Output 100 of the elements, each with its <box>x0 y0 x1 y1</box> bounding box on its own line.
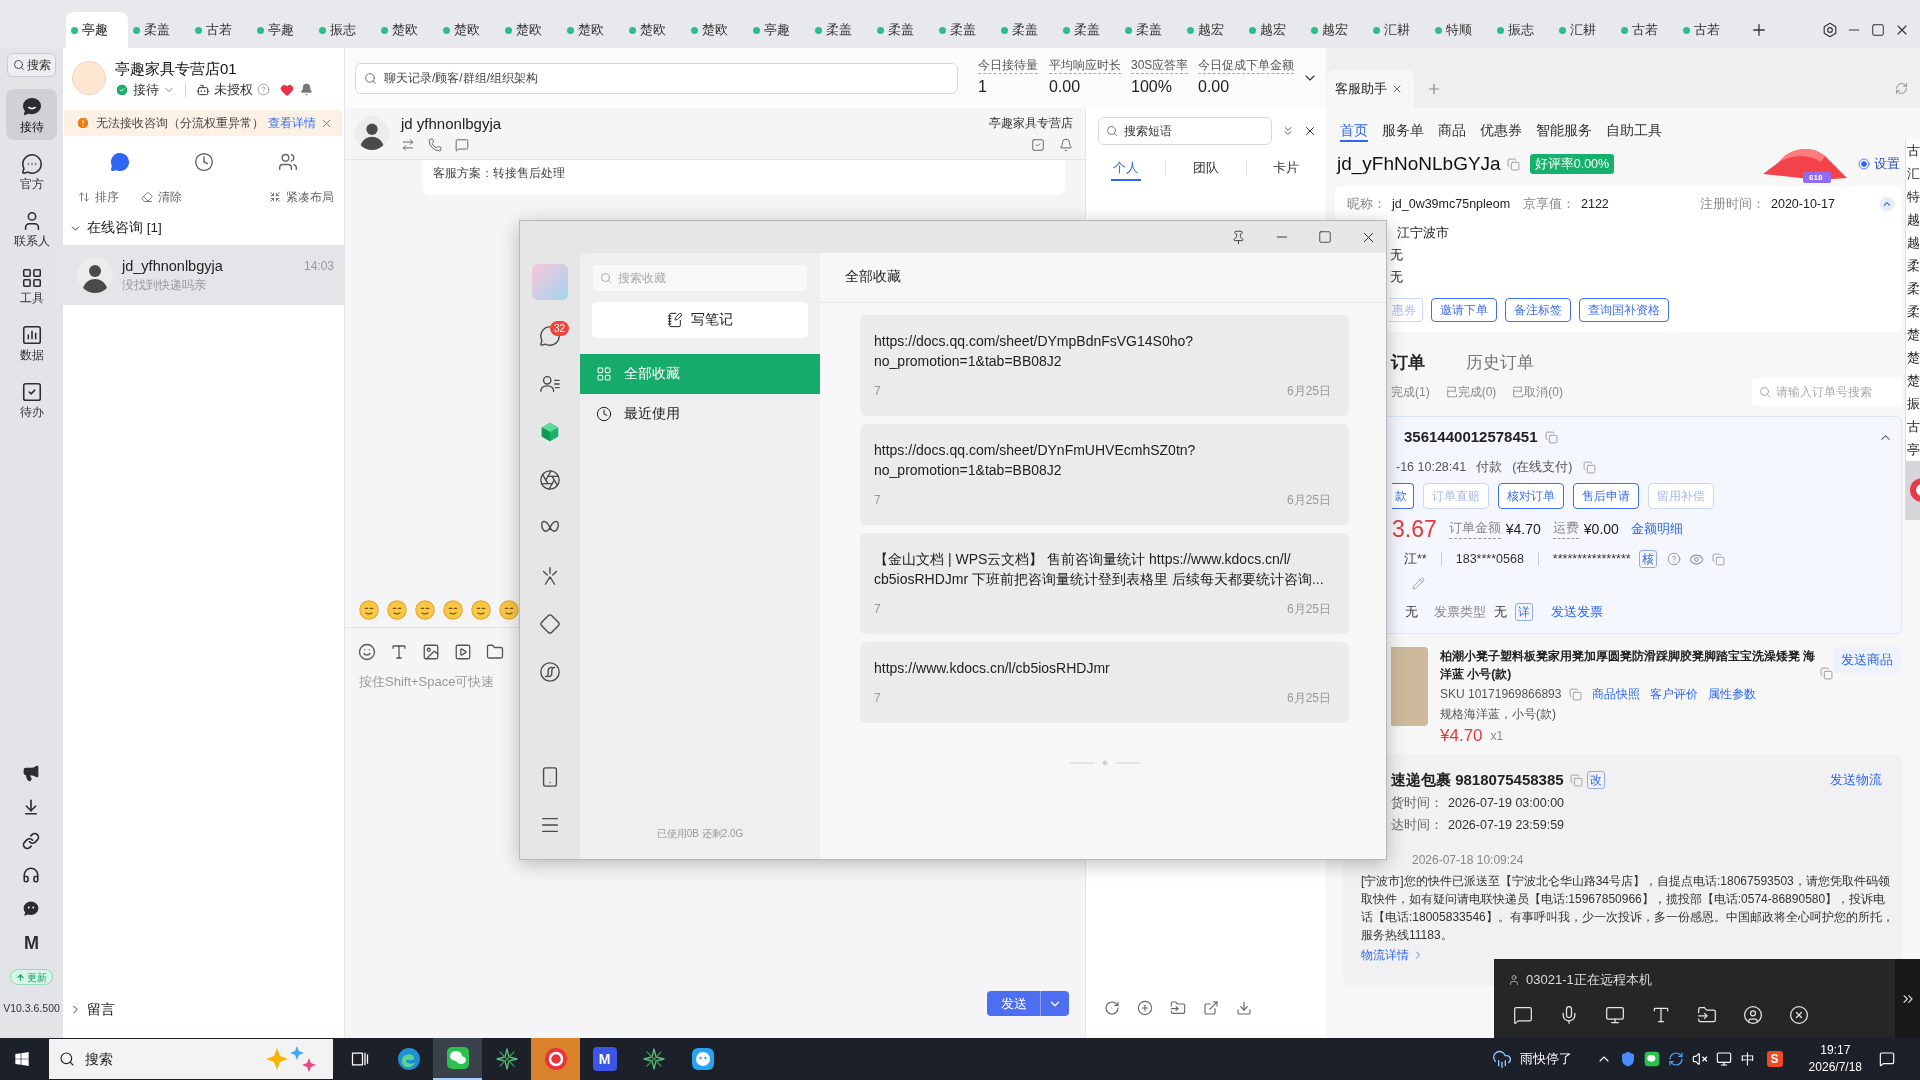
shop-tab[interactable]: 振 <box>1906 392 1920 415</box>
eye-icon[interactable] <box>1688 551 1704 567</box>
video-icon[interactable] <box>454 643 472 661</box>
nav-item[interactable]: 联系人 <box>6 203 57 254</box>
details-link[interactable]: 查看详情 <box>268 114 316 132</box>
search-field[interactable]: 请输入订单号搜索 <box>1752 378 1902 406</box>
product-link[interactable]: 客户评价 <box>1650 685 1699 703</box>
chat-bubble-icon[interactable] <box>110 152 130 172</box>
shop-tab[interactable]: 亭 <box>1906 438 1920 461</box>
speaker-muted-icon[interactable] <box>1691 1051 1708 1067</box>
shop-tab[interactable]: 柔盖 <box>128 12 190 48</box>
detail-badge[interactable]: 详 <box>1515 603 1533 621</box>
shop-tab[interactable]: 越宏 <box>1182 12 1244 48</box>
verify-badge[interactable]: 核 <box>1638 550 1657 568</box>
favorite-card[interactable]: https://docs.qq.com/sheet/DYmpBdnFsVG14S0ho? no_promotion=1&tab=BB08J2 7 6月25日 <box>860 315 1349 416</box>
shop-tab[interactable]: 越宏 <box>1306 12 1368 48</box>
folder-arrow-icon[interactable] <box>1697 1005 1717 1025</box>
shop-tab[interactable]: 柔盖 <box>872 12 934 48</box>
shop-tab[interactable]: 古 <box>1906 139 1920 162</box>
sync-icon[interactable] <box>1667 1051 1684 1067</box>
nav-tab[interactable]: 首页 <box>1340 120 1368 140</box>
shop-tab[interactable]: 楚 <box>1906 346 1920 369</box>
shop-tab[interactable]: 柔盖 <box>1058 12 1120 48</box>
ime-logo[interactable]: S <box>1766 1051 1783 1067</box>
favorite-card[interactable]: 【金山文档 | WPS云文档】 售前咨询量统计 https://www.kdocs.cn/l/ cb5iosRHDJmr 下班前把咨询量统计登到表格里 后续每天都要统计咨询... 7 6月25日 <box>860 533 1349 634</box>
pin-icon[interactable] <box>1231 229 1246 245</box>
nav-item[interactable]: 官方 <box>6 146 57 197</box>
product-link[interactable]: 商品快照 <box>1592 685 1641 703</box>
chat-icon[interactable] <box>1513 1005 1533 1025</box>
order-filter[interactable]: 已取消(0) <box>1512 383 1563 401</box>
shop-tab[interactable]: 楚欧 <box>376 12 438 48</box>
panel-tab[interactable]: 客服助手 <box>1327 70 1414 108</box>
phrase-tab[interactable]: 卡片 <box>1273 157 1300 179</box>
font-icon[interactable] <box>390 643 408 661</box>
shop-tab[interactable]: 柔盖 <box>1120 12 1182 48</box>
action-button[interactable]: 核对订单 <box>1498 483 1564 509</box>
shop-tab[interactable]: 古若 <box>1678 12 1740 48</box>
favorite-card[interactable]: https://docs.qq.com/sheet/DYnFmUHVEcmhSZ0tn? no_promotion=1&tab=BB08J2 7 6月25日 <box>860 424 1349 525</box>
nav-item[interactable]: 待办 <box>6 374 57 425</box>
shop-tab[interactable]: 柔盖 <box>934 12 996 48</box>
settings-link[interactable]: 设置 <box>1874 154 1900 174</box>
shop-tab[interactable]: 楚欧 <box>562 12 624 48</box>
people-icon[interactable] <box>278 152 298 172</box>
shop-tab[interactable]: 亭趣 <box>748 12 810 48</box>
maximize-icon[interactable] <box>1318 230 1332 244</box>
send-product-button[interactable]: 发送商品 <box>1833 647 1901 673</box>
nav-tab[interactable]: 服务单 <box>1382 120 1424 140</box>
phrase-tab[interactable]: 个人 <box>1112 157 1139 179</box>
add-tab-icon[interactable] <box>1750 21 1768 39</box>
shop-tab[interactable]: 柔盖 <box>996 12 1058 48</box>
m-logo[interactable]: M <box>24 929 39 957</box>
send-invoice-link[interactable]: 发送发票 <box>1551 602 1603 622</box>
shop-tab[interactable]: 楚欧 <box>438 12 500 48</box>
message-input[interactable]: 按住Shift+Space可快速 <box>359 670 519 692</box>
nav-tab[interactable]: 智能服务 <box>1536 120 1592 140</box>
clock[interactable]: 19:17 2026/7/18 <box>1808 1042 1862 1076</box>
taskbar-app-button[interactable] <box>433 1038 482 1080</box>
list-action[interactable]: 紧凑布局 <box>269 188 334 206</box>
download-icon[interactable] <box>1236 1000 1252 1016</box>
shop-tab[interactable]: 特 <box>1906 185 1920 208</box>
amount-detail-link[interactable]: 金额明细 <box>1630 519 1683 539</box>
shop-tab[interactable]: 柔盖 <box>810 12 872 48</box>
close-icon[interactable] <box>1303 124 1317 138</box>
action-button[interactable]: 查询国补资格 <box>1579 298 1669 322</box>
search-button[interactable]: 搜索 <box>7 53 56 77</box>
shop-tab[interactable]: 楚欧 <box>686 12 748 48</box>
chevrons-down-icon[interactable] <box>1281 124 1295 138</box>
monitor-icon[interactable] <box>1715 1051 1732 1067</box>
shop-tab[interactable]: 古若 <box>190 12 252 48</box>
emoji-picker-icon[interactable] <box>358 643 376 661</box>
shop-tab[interactable]: 楚欧 <box>500 12 562 48</box>
search-field[interactable]: 聊天记录/顾客/群组/组织架构 <box>355 62 958 94</box>
diamond-icon[interactable] <box>539 613 561 635</box>
shop-tab[interactable]: 亭趣 <box>66 12 128 48</box>
message-icon[interactable] <box>455 138 469 152</box>
add-icon[interactable] <box>1137 1000 1153 1016</box>
notification-icon[interactable] <box>1879 1051 1895 1067</box>
action-button[interactable]: 备注标签 <box>1505 298 1571 322</box>
edit-badge[interactable]: 改 <box>1586 771 1605 789</box>
transfer-icon[interactable] <box>401 138 415 152</box>
bell-icon[interactable] <box>1059 138 1073 152</box>
shop-tab[interactable]: 柔 <box>1906 254 1920 277</box>
maximize-icon[interactable] <box>1871 23 1885 37</box>
category-item[interactable]: 最近使用 <box>580 394 820 434</box>
input-method[interactable]: 中 <box>1739 1048 1756 1070</box>
shop-tab[interactable]: 楚欧 <box>624 12 686 48</box>
image-icon[interactable] <box>422 643 440 661</box>
shop-tab[interactable]: 柔 <box>1906 300 1920 323</box>
send-button[interactable]: 发送 <box>987 991 1040 1016</box>
status-dropdown[interactable]: 接待 <box>115 81 175 98</box>
order-tab[interactable]: 历史订单 <box>1466 350 1534 376</box>
refresh-icon[interactable] <box>1104 1000 1120 1016</box>
settings-icon[interactable] <box>1822 22 1838 38</box>
write-note-button[interactable]: 写笔记 <box>592 302 808 338</box>
action-button[interactable]: 款 <box>1392 483 1414 509</box>
nav-item[interactable]: 数据 <box>6 317 57 368</box>
taskbar-app-button[interactable]: M <box>580 1038 629 1080</box>
shop-tab[interactable]: 楚 <box>1906 323 1920 346</box>
search-field[interactable]: 搜索 <box>49 1039 333 1079</box>
nav-tab[interactable]: 商品 <box>1438 120 1466 140</box>
